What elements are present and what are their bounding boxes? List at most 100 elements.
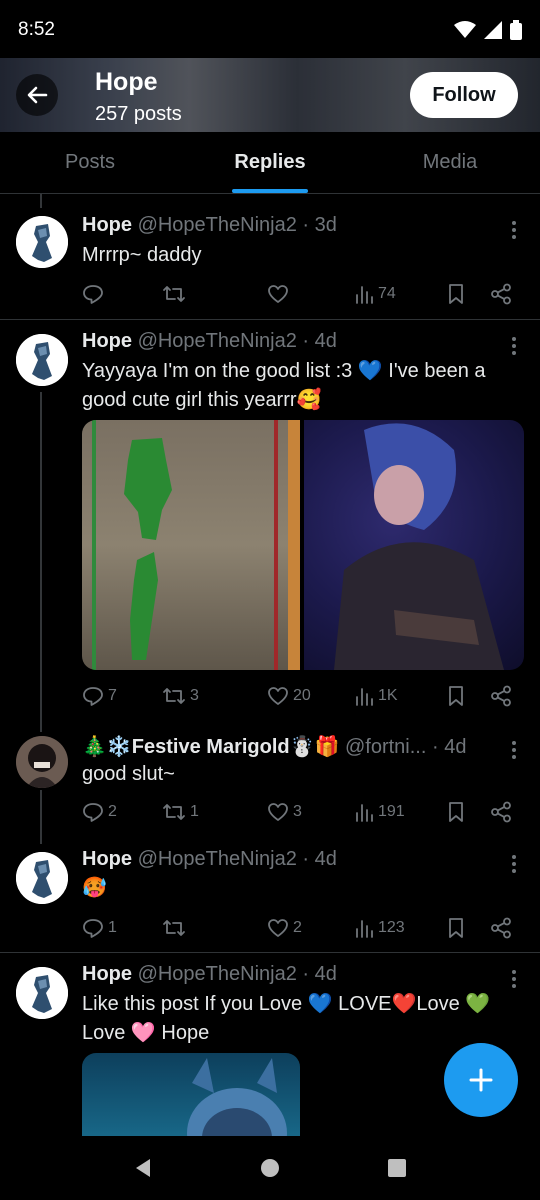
views-button[interactable]: 1K — [354, 686, 398, 706]
status-icons — [454, 20, 522, 40]
heart-icon — [268, 919, 288, 937]
more-options-icon[interactable] — [512, 221, 518, 242]
share-button[interactable] — [490, 685, 512, 707]
post-text: 🥵 — [82, 877, 107, 899]
media-image[interactable] — [304, 420, 524, 670]
reply-icon — [83, 687, 103, 706]
post[interactable]: Hope @HopeTheNinja2 · 4d 🥵 1 2 123 — [0, 836, 540, 953]
tab-posts[interactable]: Posts — [0, 132, 180, 193]
author-handle: @HopeTheNinja2 — [137, 214, 297, 236]
repost-button[interactable]: 3 — [162, 685, 199, 707]
post-time: · 4d — [302, 848, 337, 870]
share-button[interactable] — [490, 917, 512, 939]
nav-back-icon[interactable] — [132, 1157, 154, 1179]
nav-recents-icon[interactable] — [386, 1157, 408, 1179]
post-text: Mrrrp~ daddy — [82, 244, 202, 266]
media-image[interactable] — [82, 420, 300, 670]
avatar[interactable] — [16, 736, 68, 788]
repost-button[interactable] — [162, 283, 190, 305]
tab-replies-label: Replies — [234, 151, 306, 173]
like-button[interactable] — [267, 283, 293, 305]
more-options-icon[interactable] — [512, 970, 518, 991]
arrow-left-icon — [27, 86, 48, 104]
post-actions: 1 2 123 — [82, 914, 522, 942]
post-actions: 2 1 3 191 — [82, 798, 522, 826]
more-options-icon[interactable] — [512, 741, 518, 762]
post-time: · 4d — [302, 330, 337, 352]
bookmark-icon — [449, 802, 463, 822]
views-button[interactable]: 74 — [354, 284, 396, 304]
status-bar: 8:52 — [0, 0, 540, 60]
author-name[interactable]: 🎄❄️Festive Marigold☃️🎁 — [82, 736, 339, 758]
follow-button[interactable]: Follow — [410, 72, 518, 118]
share-icon — [491, 283, 511, 305]
repost-icon — [163, 804, 185, 820]
heart-icon — [268, 285, 288, 303]
author-handle: @fortni... — [344, 736, 427, 758]
reply-icon — [83, 803, 103, 822]
battery-icon — [510, 20, 522, 40]
avatar[interactable] — [16, 334, 68, 386]
heart-icon — [268, 687, 288, 705]
bookmark-button[interactable] — [446, 917, 466, 939]
reply-button[interactable] — [82, 283, 108, 305]
bookmark-button[interactable] — [446, 283, 466, 305]
post-time: · 4d — [431, 736, 467, 758]
repost-icon — [163, 688, 185, 704]
views-button[interactable]: 191 — [354, 802, 405, 822]
repost-button[interactable]: 1 — [162, 801, 199, 823]
plus-icon — [469, 1068, 493, 1092]
like-button[interactable]: 3 — [267, 801, 302, 823]
avatar[interactable] — [16, 216, 68, 268]
views-button[interactable]: 123 — [354, 918, 405, 938]
author-name[interactable]: Hope — [82, 963, 132, 985]
reply-count: 2 — [108, 803, 117, 820]
author-name[interactable]: Hope — [82, 330, 132, 352]
views-icon — [356, 920, 373, 938]
system-nav-bar — [0, 1136, 540, 1200]
author-handle: @HopeTheNinja2 — [137, 330, 297, 352]
post[interactable]: Hope @HopeTheNinja2 · 4d Yayyaya I'm on … — [0, 320, 540, 720]
reply-button[interactable]: 1 — [82, 917, 117, 939]
media-image[interactable] — [82, 1053, 300, 1137]
reply-button[interactable]: 7 — [82, 685, 117, 707]
bookmark-icon — [449, 284, 463, 304]
compose-button[interactable] — [444, 1043, 518, 1117]
views-icon — [356, 286, 373, 304]
profile-name: Hope — [95, 68, 158, 96]
post[interactable]: Hope @HopeTheNinja2 · 3d Mrrrp~ daddy 74 — [0, 194, 540, 320]
share-button[interactable] — [490, 283, 512, 305]
reply-button[interactable]: 2 — [82, 801, 117, 823]
back-button[interactable] — [16, 74, 58, 116]
author-name[interactable]: Hope — [82, 848, 132, 870]
more-options-icon[interactable] — [512, 337, 518, 358]
view-count: 74 — [378, 285, 396, 302]
post-text: good slut~ — [82, 763, 175, 785]
share-button[interactable] — [490, 801, 512, 823]
signal-icon — [484, 21, 502, 39]
like-button[interactable]: 20 — [267, 685, 311, 707]
tab-replies[interactable]: Replies — [180, 132, 360, 193]
view-count: 1K — [378, 687, 398, 704]
repost-button[interactable] — [162, 917, 190, 939]
reply-count: 1 — [108, 919, 117, 936]
like-button[interactable]: 2 — [267, 917, 302, 939]
post[interactable]: 🎄❄️Festive Marigold☃️🎁 @fortni... · 4d g… — [0, 720, 540, 836]
tab-posts-label: Posts — [64, 151, 116, 173]
profile-header: Hope 257 posts Follow — [0, 58, 540, 132]
post-actions: 7 3 20 1K — [82, 682, 522, 710]
more-options-icon[interactable] — [512, 855, 518, 876]
post-actions: 74 — [82, 280, 522, 308]
author-name[interactable]: Hope — [82, 214, 132, 236]
nav-home-icon[interactable] — [259, 1157, 281, 1179]
like-count: 20 — [293, 687, 311, 704]
bookmark-button[interactable] — [446, 685, 466, 707]
share-icon — [491, 917, 511, 939]
avatar[interactable] — [16, 852, 68, 904]
views-icon — [356, 804, 373, 822]
tab-media[interactable]: Media — [360, 132, 540, 193]
avatar[interactable] — [16, 967, 68, 1019]
bookmark-button[interactable] — [446, 801, 466, 823]
view-count: 123 — [378, 919, 405, 936]
post-media[interactable] — [82, 420, 524, 670]
